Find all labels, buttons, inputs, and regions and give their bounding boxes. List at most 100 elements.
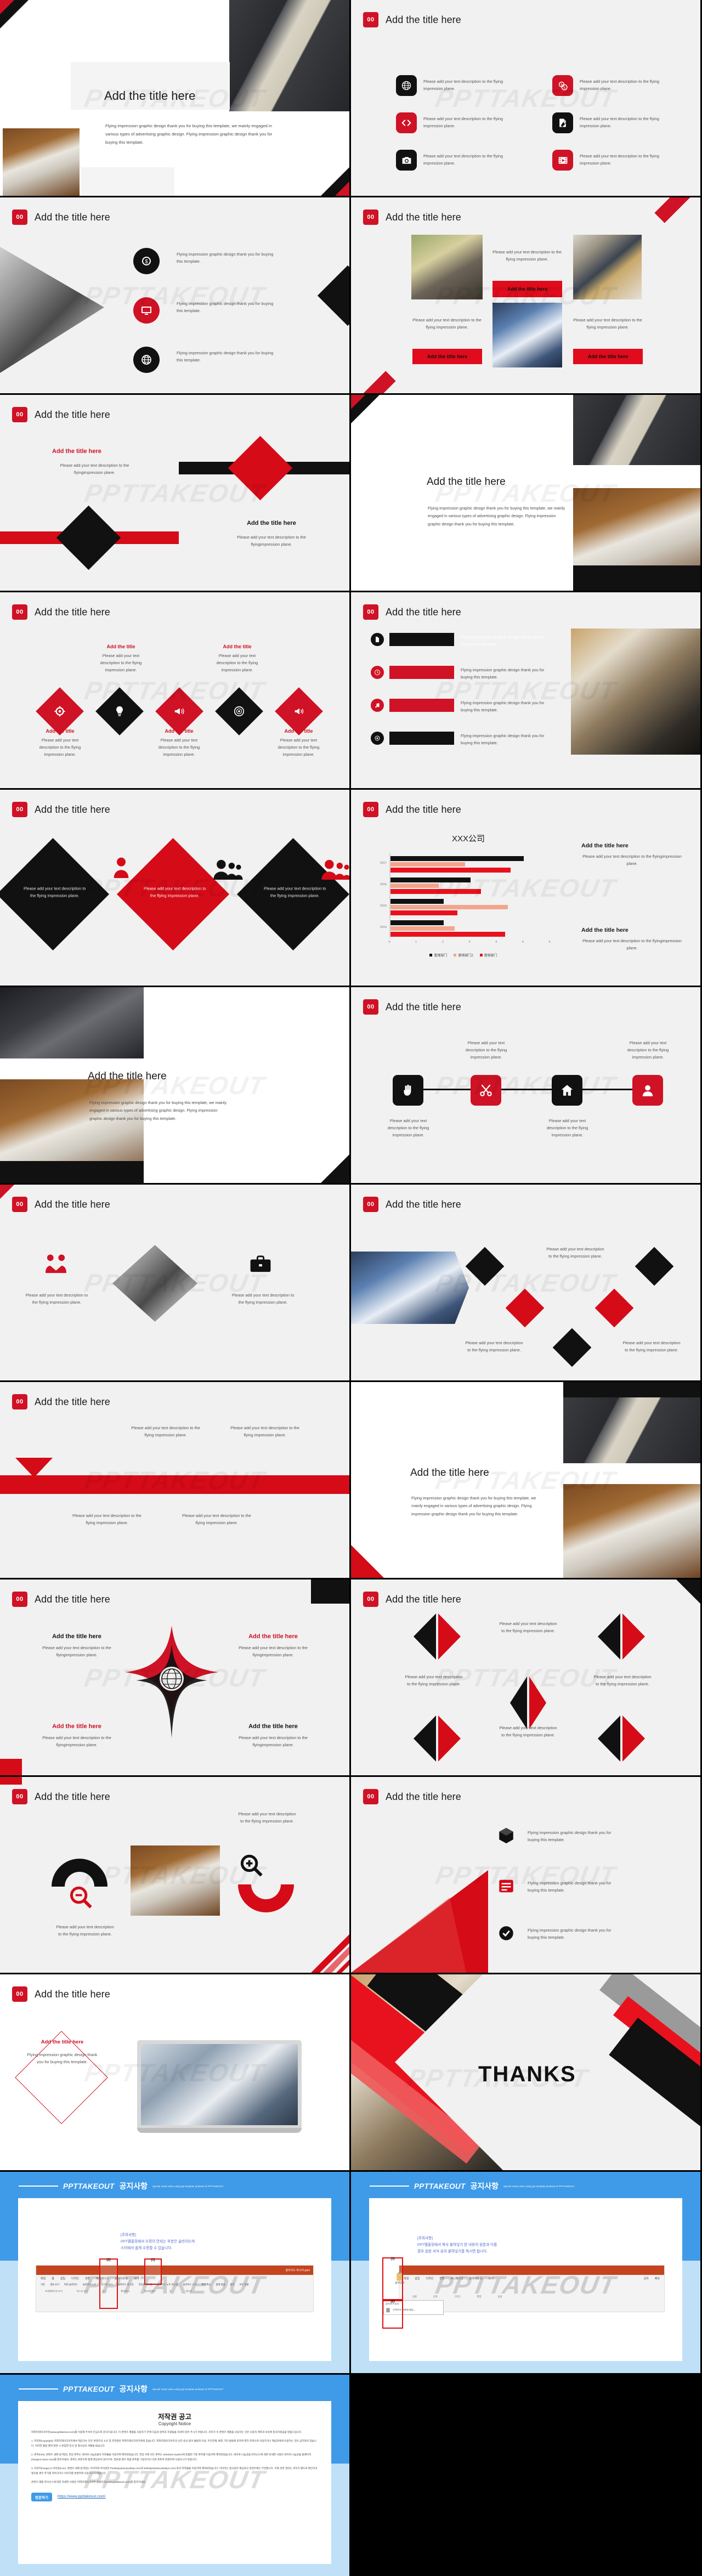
notice-page-slide-master[interactable]: PPTTAKEOUT 공지사항 Special notice when usin… — [0, 2172, 349, 2373]
big-diamond-2[interactable]: Please add your text description to the … — [116, 837, 230, 951]
bar-3 — [389, 699, 454, 712]
ribbon-item-13[interactable]: 창에 맞춤 — [216, 2283, 225, 2286]
ribbon-item-0[interactable]: 기본 — [41, 2283, 45, 2286]
ribbon-tabs[interactable]: 파일 홈 삽입 디자인 전환 애니메이션 슬라이드 쇼 보기 — [36, 2275, 313, 2282]
visit-button[interactable]: 방문하기 — [31, 2492, 52, 2501]
ribbon-tab-7[interactable]: 보기 — [134, 2277, 139, 2280]
big-diamond-3[interactable]: Please add your text description to the … — [236, 837, 349, 951]
ribbon-tab-7[interactable]: 보기 — [489, 2277, 494, 2280]
slide-banner[interactable]: 00 Add the title here PPTTAKEOUT Please … — [0, 1382, 349, 1578]
corner-wedge-red-bl — [351, 1545, 384, 1578]
visit-link[interactable]: https://www.ppttakeout.com/ — [58, 2495, 106, 2499]
chart-xtick-label: 0 — [388, 941, 390, 944]
slide-bigdiamonds[interactable]: 00 Add the title here Please add your te… — [0, 790, 349, 986]
card-title-right[interactable]: Add the title here — [573, 349, 643, 364]
clock-icon[interactable] — [371, 666, 384, 679]
ribbon-tab-6[interactable]: 슬라이드 쇼 — [469, 2277, 482, 2280]
money-icon[interactable]: $ $ — [552, 75, 573, 96]
ribbon-share[interactable]: 공유 — [644, 2277, 649, 2280]
diamond-bulb-icon[interactable] — [95, 687, 144, 735]
svg-text:$: $ — [563, 86, 565, 89]
visit-row[interactable]: 방문하기 https://www.ppttakeout.com/ — [31, 2492, 318, 2501]
chart-bar — [390, 910, 457, 915]
bottom-plate — [81, 167, 174, 196]
zoom-out-icon[interactable] — [69, 1886, 93, 1910]
card-title-left[interactable]: Add the title here — [412, 349, 482, 364]
zoom-in-icon[interactable] — [240, 1854, 264, 1878]
ribbon-tab-3[interactable]: 디자인 — [426, 2277, 433, 2280]
slide-scatter[interactable]: 00 Add the title here PPTTAKEOUT Please … — [351, 1185, 700, 1380]
monitor-icon[interactable] — [133, 297, 160, 324]
slide-title: Add the title here — [35, 1791, 110, 1802]
pencil-edit-icon[interactable] — [552, 112, 573, 133]
ribbon-tab-2[interactable]: 삽입 — [60, 2277, 65, 2280]
card-title-center[interactable]: Add the title here — [492, 281, 562, 297]
slide-icons6[interactable]: 00 Add the title here PPTTAKEOUT Please … — [351, 0, 700, 196]
slide-photodivider[interactable]: PPTTAKEOUT Add the title here Flying imp… — [0, 987, 349, 1183]
slide-header: 00 Add the title here — [12, 1394, 110, 1409]
ribbon-tab-5[interactable]: 애니메이션 — [450, 2277, 463, 2280]
notice-page-paste[interactable]: PPTTAKEOUT 공지사항 Special notice when usin… — [351, 2172, 700, 2373]
ribbon-item-5[interactable]: 슬라이드 마스터 — [118, 2283, 134, 2286]
scissors-icon[interactable] — [471, 1075, 501, 1106]
dollar-icon[interactable]: $ — [133, 248, 160, 274]
doc-icon[interactable] — [371, 633, 384, 646]
video-icon[interactable] — [552, 150, 573, 171]
code-icon[interactable] — [396, 112, 417, 133]
ribbon-tabs[interactable]: 파일 삽입 디자인 전환 애니메이션 슬라이드 쇼 보기 공유 메모 — [399, 2275, 664, 2282]
ribbon-tab-4[interactable]: 전환 — [439, 2277, 444, 2280]
slide-chart[interactable]: 00 Add the title here PPTTAKEOUT XXX公司 2… — [351, 790, 700, 986]
slide-arrowgrid[interactable]: 00 Add the title here PPTTAKEOUT Please … — [351, 1579, 700, 1775]
slide-boxlist[interactable]: 00 Add the title here PPTTAKEOUT Flying … — [351, 1777, 700, 1973]
ribbon-tab-4[interactable]: 전환 — [85, 2277, 90, 2280]
chart-bar — [390, 862, 466, 867]
ribbon-item-14[interactable]: 컬러 — [230, 2283, 234, 2286]
ribbon-group-2: 그리기 — [454, 2295, 461, 2298]
ribbon-item-1[interactable]: 개요 보기 — [50, 2283, 59, 2286]
music-icon[interactable] — [371, 699, 384, 712]
slide-globe4[interactable]: 00 Add the title here PPTTAKEOUT Add the… — [0, 1579, 349, 1775]
ribbon-item-3[interactable]: 슬라이드 노트 — [83, 2283, 97, 2286]
diamond-label-1: Add the title Please add your text descr… — [31, 728, 89, 758]
ribbon-item-18[interactable]: 모두 정렬 — [239, 2283, 248, 2286]
corner-stripe-red-bl — [351, 371, 396, 393]
slide-diamondphoto[interactable]: 00 Add the title here PPTTAKEOUT Please … — [0, 1185, 349, 1380]
slide-iconphoto[interactable]: 00 Add the title here PPTTAKEOUT Flying … — [351, 592, 700, 788]
home-icon[interactable] — [552, 1075, 582, 1106]
ribbon-item-11[interactable]: 슬라이드 노트 — [183, 2283, 197, 2286]
slide-photocards[interactable]: 00 Add the title here PPTTAKEOUT Please … — [351, 197, 700, 393]
copyright-page[interactable]: PPTTAKEOUT 공지사항 Special notice when usin… — [0, 2375, 349, 2576]
slide-laptopdivider[interactable]: PPTTAKEOUT Add the title here Flying imp… — [351, 1382, 700, 1578]
slide-laptoppres[interactable]: 00 Add the title here PPTTAKEOUT Add the… — [0, 1974, 349, 2170]
slide-timeline[interactable]: 00 Add the title here PPTTAKEOUT Please … — [351, 987, 700, 1183]
globe-icon[interactable] — [396, 75, 417, 96]
slide-thanks[interactable]: PPTTAKEOUT THANKS — [351, 1974, 700, 2170]
ribbon-tab-1[interactable]: 홈 — [52, 2277, 54, 2280]
slide-title: Add the title here — [386, 803, 461, 815]
notice-line-2: 경우 원본 서식 유지 붙여넣기를 하시면 됩니다. — [417, 2250, 488, 2254]
ribbon-item-12[interactable]: 확대/축소 — [201, 2283, 211, 2286]
ribbon-item-2[interactable]: 여러 슬라이드 — [64, 2283, 78, 2286]
slide-cover[interactable]: PPTTAKEOUT Add the title here Flying imp… — [0, 0, 349, 196]
ribbon-tab-2[interactable]: 삽입 — [415, 2277, 420, 2280]
diamond-desc-5: Please add your text description to the … — [278, 738, 320, 757]
slide-diamondbars[interactable]: 00 Add the title here PPTTAKEOUT Add the… — [0, 395, 349, 591]
hand-icon[interactable] — [393, 1075, 423, 1106]
photo-desk — [229, 0, 349, 111]
ribbon-tab-3[interactable]: 디자인 — [71, 2277, 79, 2280]
slide-header: 00 Add the title here — [12, 407, 110, 422]
slide-diamonds5[interactable]: 00 Add the title here PPTTAKEOUT Add the… — [0, 592, 349, 788]
big-diamond-1[interactable]: Please add your text description to the … — [0, 837, 110, 951]
camera-icon[interactable] — [396, 150, 417, 171]
diamond-disc-icon[interactable] — [215, 687, 263, 735]
slide-magnifier[interactable]: 00 Add the title here PPTTAKEOUT Please … — [0, 1777, 349, 1973]
ribbon-memo[interactable]: 메모 — [655, 2277, 660, 2280]
ribbon-buttons[interactable]: 기본 개요 보기 여러 슬라이드 슬라이드 노트 읽기용 보기 슬라이드 마스터… — [36, 2282, 313, 2288]
globe-icon[interactable] — [133, 347, 160, 373]
user-icon[interactable] — [632, 1075, 663, 1106]
slide-circles3[interactable]: 00 Add the title here PPTTAKEOUT $ Flyin… — [0, 197, 349, 393]
ribbon-tab-0[interactable]: 파일 — [41, 2277, 46, 2280]
target-icon[interactable] — [371, 732, 384, 745]
slide-divider[interactable]: PPTTAKEOUT Add the title here Flying imp… — [351, 395, 700, 591]
notice-line-2: 스터에서 쉽게 수정할 수 있습니다. — [121, 2246, 173, 2251]
